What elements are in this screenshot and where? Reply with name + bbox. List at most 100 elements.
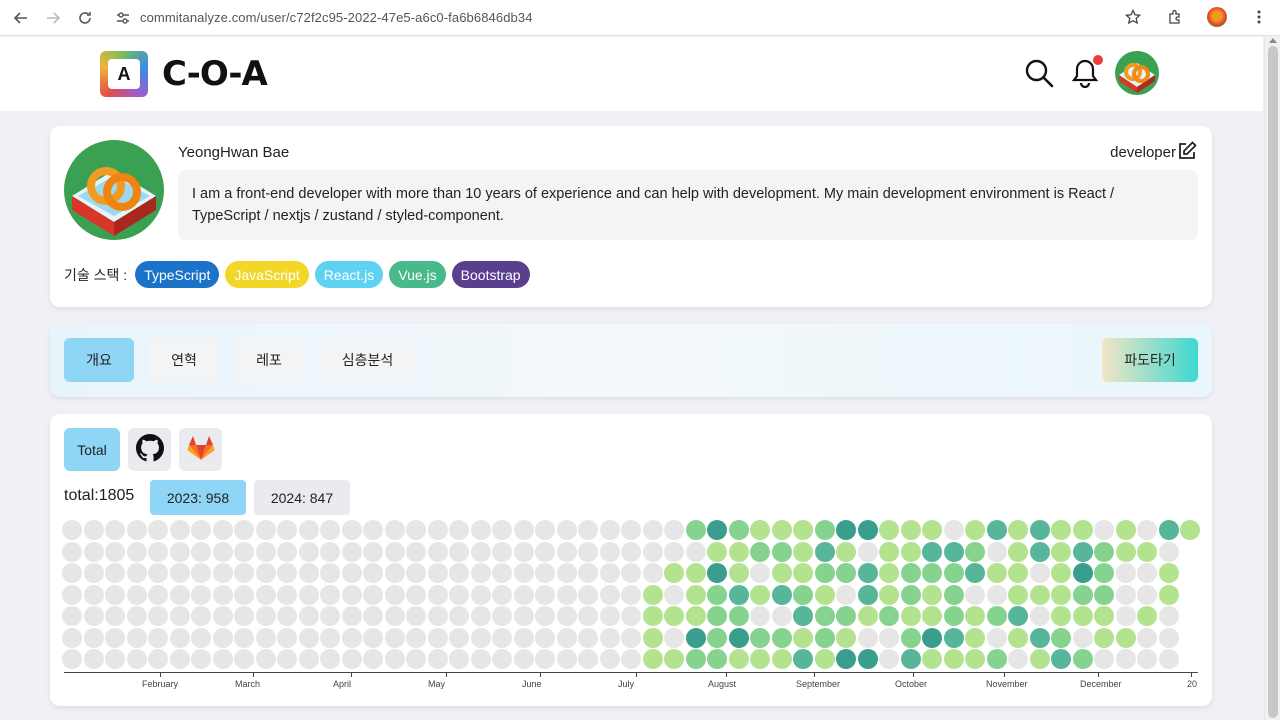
heatmap-cell[interactable] [578, 627, 598, 648]
heatmap-cell[interactable] [1158, 520, 1179, 540]
heatmap-cell[interactable] [148, 541, 168, 562]
heatmap-cell[interactable] [169, 584, 190, 605]
heatmap-cell[interactable] [62, 649, 82, 669]
heatmap-cell[interactable] [1115, 627, 1136, 648]
heatmap-cell[interactable] [642, 541, 663, 562]
heatmap-cell[interactable] [1115, 584, 1136, 605]
heatmap-cell[interactable] [277, 584, 297, 605]
heatmap-cell[interactable] [965, 563, 985, 583]
heatmap-cell[interactable] [126, 584, 147, 605]
heatmap-cell[interactable] [470, 584, 491, 605]
heatmap-cell[interactable] [1072, 584, 1093, 605]
heatmap-cell[interactable] [771, 520, 792, 540]
heatmap-cell[interactable] [341, 584, 362, 605]
heatmap-cell[interactable] [449, 606, 469, 626]
heatmap-cell[interactable] [363, 541, 383, 562]
heatmap-cell[interactable] [406, 541, 426, 562]
heatmap-cell[interactable] [212, 541, 233, 562]
heatmap-cell[interactable] [363, 584, 383, 605]
reload-icon[interactable] [74, 7, 96, 29]
back-arrow-icon[interactable] [10, 7, 32, 29]
heatmap-cell[interactable] [169, 520, 190, 540]
heatmap-cell[interactable] [750, 606, 770, 626]
heatmap-cell[interactable] [1137, 520, 1157, 540]
heatmap-cell[interactable] [341, 563, 362, 583]
heatmap-cell[interactable] [169, 606, 190, 626]
heatmap-cell[interactable] [212, 520, 233, 540]
heatmap-cell[interactable] [1094, 606, 1114, 626]
heatmap-cell[interactable] [191, 649, 211, 669]
heatmap-cell[interactable] [83, 584, 104, 605]
heatmap-cell[interactable] [922, 584, 942, 605]
heatmap-cell[interactable] [1029, 649, 1050, 669]
heatmap-cell[interactable] [384, 649, 405, 669]
heatmap-cell[interactable] [341, 627, 362, 648]
heatmap-cell[interactable] [857, 606, 878, 626]
heatmap-cell[interactable] [320, 606, 340, 626]
heatmap-cell[interactable] [1008, 627, 1028, 648]
heatmap-cell[interactable] [1137, 649, 1157, 669]
heatmap-cell[interactable] [1180, 520, 1200, 540]
heatmap-cell[interactable] [320, 520, 340, 540]
heatmap-cell[interactable] [255, 627, 276, 648]
heatmap-cell[interactable] [642, 584, 663, 605]
heatmap-cell[interactable] [105, 563, 125, 583]
heatmap-cell[interactable] [148, 606, 168, 626]
heatmap-cell[interactable] [406, 627, 426, 648]
heatmap-cell[interactable] [83, 606, 104, 626]
heatmap-cell[interactable] [1158, 563, 1179, 583]
tab-deep-analysis[interactable]: 심층분석 [319, 338, 416, 382]
heatmap-cell[interactable] [298, 606, 319, 626]
heatmap-cell[interactable] [599, 541, 620, 562]
heatmap-cell[interactable] [363, 627, 383, 648]
heatmap-cell[interactable] [1029, 606, 1050, 626]
heatmap-cell[interactable] [814, 563, 835, 583]
year-2023-button[interactable]: 2023: 958 [150, 480, 246, 515]
heatmap-cell[interactable] [814, 606, 835, 626]
heatmap-cell[interactable] [1029, 541, 1050, 562]
heatmap-cell[interactable] [771, 563, 792, 583]
heatmap-cell[interactable] [62, 627, 82, 648]
heatmap-cell[interactable] [986, 649, 1007, 669]
heatmap-cell[interactable] [384, 520, 405, 540]
heatmap-cell[interactable] [83, 649, 104, 669]
heatmap-cell[interactable] [750, 563, 770, 583]
heatmap-cell[interactable] [922, 563, 942, 583]
heatmap-cell[interactable] [900, 627, 921, 648]
heatmap-cell[interactable] [836, 541, 856, 562]
heatmap-cell[interactable] [1051, 541, 1071, 562]
heatmap-cell[interactable] [513, 649, 534, 669]
heatmap-cell[interactable] [814, 627, 835, 648]
profile-avatar-small[interactable] [1206, 6, 1228, 28]
heatmap-cell[interactable] [857, 584, 878, 605]
logo[interactable]: A C-O-A [100, 51, 268, 97]
heatmap-cell[interactable] [298, 627, 319, 648]
heatmap-cell[interactable] [470, 649, 491, 669]
heatmap-cell[interactable] [1158, 649, 1179, 669]
heatmap-cell[interactable] [255, 520, 276, 540]
heatmap-cell[interactable] [707, 541, 727, 562]
heatmap-cell[interactable] [513, 520, 534, 540]
heatmap-cell[interactable] [255, 606, 276, 626]
heatmap-cell[interactable] [771, 541, 792, 562]
heatmap-cell[interactable] [298, 649, 319, 669]
heatmap-cell[interactable] [621, 541, 641, 562]
heatmap-cell[interactable] [900, 563, 921, 583]
heatmap-cell[interactable] [556, 563, 577, 583]
heatmap-cell[interactable] [771, 606, 792, 626]
heatmap-cell[interactable] [1029, 563, 1050, 583]
heatmap-cell[interactable] [277, 606, 297, 626]
address-bar[interactable]: commitanalyze.com/user/c72f2c95-2022-47e… [106, 4, 1146, 32]
heatmap-cell[interactable] [513, 606, 534, 626]
heatmap-cell[interactable] [234, 627, 254, 648]
heatmap-cell[interactable] [664, 563, 684, 583]
heatmap-cell[interactable] [126, 520, 147, 540]
heatmap-cell[interactable] [384, 606, 405, 626]
heatmap-cell[interactable] [707, 606, 727, 626]
heatmap-cell[interactable] [1008, 606, 1028, 626]
heatmap-cell[interactable] [1115, 541, 1136, 562]
heatmap-cell[interactable] [578, 520, 598, 540]
heatmap-cell[interactable] [750, 627, 770, 648]
more-menu-icon[interactable] [1248, 6, 1270, 28]
heatmap-cell[interactable] [62, 606, 82, 626]
